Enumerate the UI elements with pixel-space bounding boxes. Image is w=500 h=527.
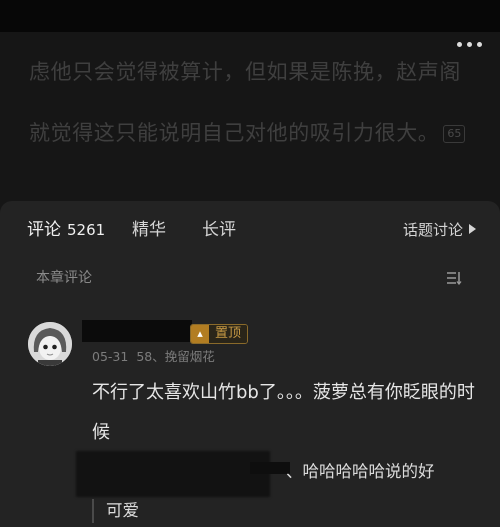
sort-icon[interactable] bbox=[446, 271, 462, 285]
tab-featured[interactable]: 精华 bbox=[132, 219, 166, 241]
avatar[interactable] bbox=[28, 322, 72, 366]
reader-page: 虑他只会觉得被算计，但如果是陈挽，赵声阁就觉得这只能说明自己对他的吸引力很大。 6… bbox=[0, 32, 500, 212]
tab-comments-count: 5261 bbox=[67, 221, 106, 239]
reply-author-redacted-tail bbox=[250, 462, 290, 474]
comment-level-info: 58、挽留烟花 bbox=[136, 349, 215, 364]
comment-content[interactable]: 不行了太喜欢山竹bb了。。。菠萝总有你眨眼的时候 bbox=[92, 373, 477, 453]
avatar-image bbox=[28, 322, 72, 366]
topic-discussion-link[interactable]: 话题讨论 bbox=[403, 220, 476, 240]
username-redacted bbox=[82, 320, 192, 342]
comments-panel: 评论 5261 精华 长评 话题讨论 本章评论 ▴ 置顶 05-31 58、挽留烟花 bbox=[0, 201, 500, 527]
pin-flame-icon: ▴ bbox=[191, 325, 209, 343]
reply-author-redacted bbox=[76, 451, 270, 497]
reader-text: 虑他只会觉得被算计，但如果是陈挽，赵声阁就觉得这只能说明自己对他的吸引力很大。 bbox=[29, 60, 461, 145]
reply-preview-text-continued[interactable]: 可爱 bbox=[106, 500, 139, 522]
comment-tabs: 评论 5261 精华 长评 话题讨论 bbox=[0, 201, 500, 257]
tab-comments[interactable]: 评论 5261 bbox=[27, 219, 105, 241]
pinned-badge: ▴ 置顶 bbox=[190, 324, 249, 344]
reader-paragraph: 虑他只会觉得被算计，但如果是陈挽，赵声阁就觉得这只能说明自己对他的吸引力很大。 6… bbox=[29, 42, 479, 164]
tab-comments-label: 评论 bbox=[27, 220, 61, 240]
reply-quote-bar bbox=[92, 499, 94, 523]
comment-date: 05-31 bbox=[92, 349, 129, 364]
reply-preview-text[interactable]: 、哈哈哈哈哈说的好 bbox=[286, 461, 435, 483]
section-title: 本章评论 bbox=[36, 270, 92, 286]
status-bar bbox=[0, 0, 500, 32]
more-dots-icon[interactable] bbox=[457, 42, 482, 47]
topic-discussion-label: 话题讨论 bbox=[402, 221, 463, 239]
triangle-right-icon bbox=[469, 224, 476, 234]
paragraph-comment-count[interactable]: 65 bbox=[443, 125, 466, 143]
comment-meta: 05-31 58、挽留烟花 bbox=[92, 349, 215, 365]
tab-long-reviews[interactable]: 长评 bbox=[202, 219, 236, 241]
pinned-label: 置顶 bbox=[209, 325, 248, 343]
